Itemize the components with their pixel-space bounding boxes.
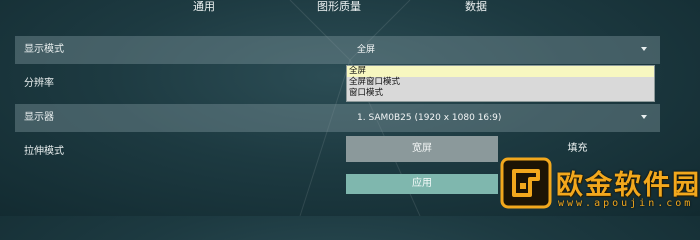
dropdown-option-fullscreen[interactable]: 全屏 bbox=[347, 66, 654, 77]
watermark-title: 欧金软件园 bbox=[556, 170, 700, 201]
display-mode-label: 显示模式 bbox=[24, 44, 64, 55]
display-mode-dropdown-list[interactable]: 全屏 全屏窗口模式 窗口模式 bbox=[346, 65, 655, 102]
apply-button[interactable]: 应用 bbox=[346, 174, 498, 194]
tab-data[interactable]: 数据 bbox=[465, 0, 487, 13]
display-mode-value[interactable]: 全屏 bbox=[357, 43, 375, 57]
watermark-url: www.apoujin.com bbox=[558, 198, 694, 209]
chevron-down-icon[interactable] bbox=[641, 115, 647, 119]
widescreen-button[interactable]: 宽屏 bbox=[346, 136, 498, 162]
settings-tabs: 通用 图形质量 数据 bbox=[0, 0, 700, 14]
tab-general[interactable]: 通用 bbox=[193, 0, 215, 13]
dropdown-option-fullscreen-windowed[interactable]: 全屏窗口模式 bbox=[347, 77, 654, 88]
chevron-down-icon[interactable] bbox=[641, 47, 647, 51]
monitor-value[interactable]: 1. SAM0B25 (1920 x 1080 16:9) bbox=[357, 111, 501, 125]
site-watermark: 欧金软件园 www.apoujin.com bbox=[500, 157, 699, 213]
monitor-row[interactable]: 显示器 1. SAM0B25 (1920 x 1080 16:9) bbox=[15, 104, 660, 132]
dropdown-option-windowed[interactable]: 窗口模式 bbox=[347, 88, 654, 99]
tab-graphics-quality[interactable]: 图形质量 bbox=[317, 0, 361, 13]
monitor-label: 显示器 bbox=[24, 112, 54, 123]
stretch-mode-label: 拉伸模式 bbox=[24, 146, 64, 157]
watermark-logo-icon bbox=[500, 157, 552, 209]
display-mode-row[interactable]: 显示模式 全屏 bbox=[15, 36, 660, 64]
resolution-label: 分辨率 bbox=[24, 78, 54, 89]
